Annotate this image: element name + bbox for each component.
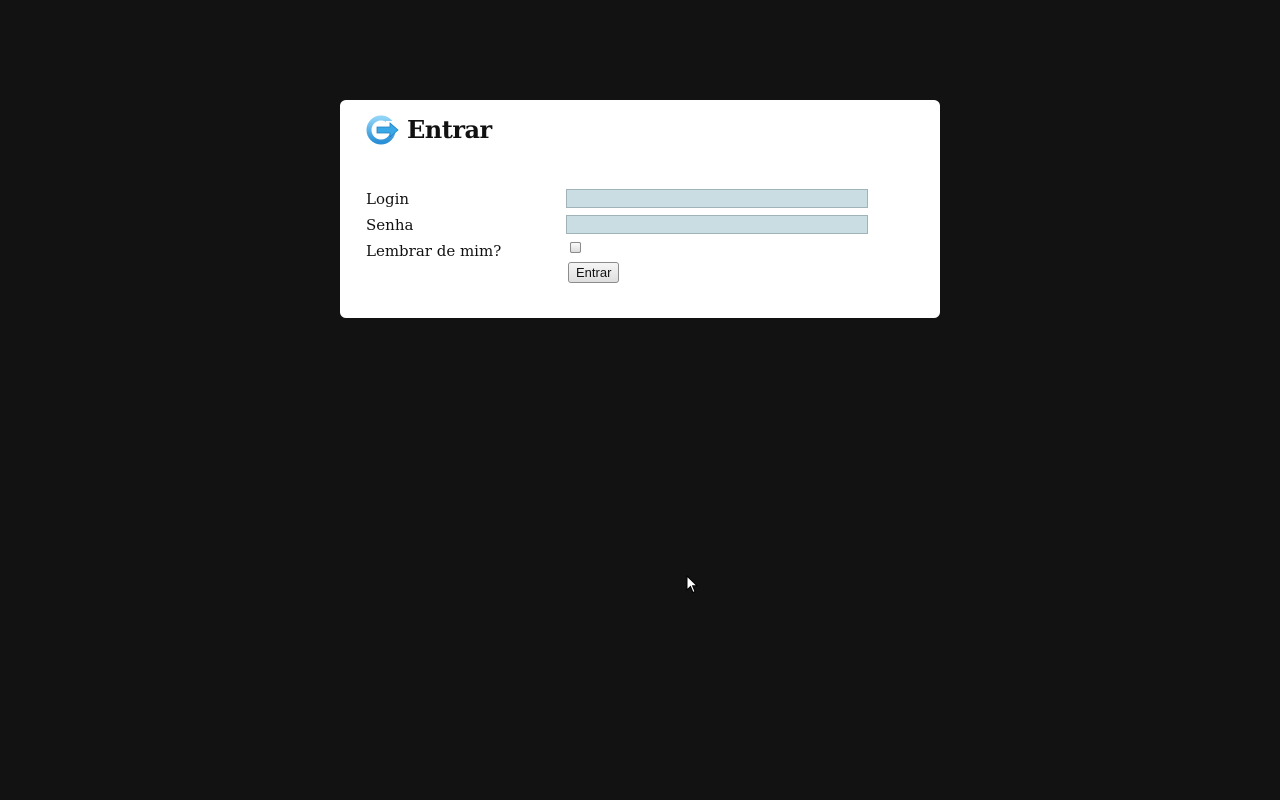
remember-label: Lembrar de mim? bbox=[366, 242, 502, 260]
login-arrow-icon bbox=[366, 115, 400, 145]
card-header: Entrar bbox=[366, 114, 492, 146]
login-label: Login bbox=[366, 190, 410, 208]
password-input[interactable] bbox=[566, 215, 868, 234]
mouse-cursor-icon bbox=[686, 574, 699, 595]
login-input[interactable] bbox=[566, 189, 868, 208]
submit-button[interactable]: Entrar bbox=[568, 262, 620, 283]
page-title: Entrar bbox=[407, 115, 492, 144]
login-card: Entrar Login Senha Lembrar de mim? Entra… bbox=[340, 100, 940, 318]
password-label: Senha bbox=[366, 216, 414, 234]
remember-checkbox[interactable] bbox=[570, 242, 581, 253]
